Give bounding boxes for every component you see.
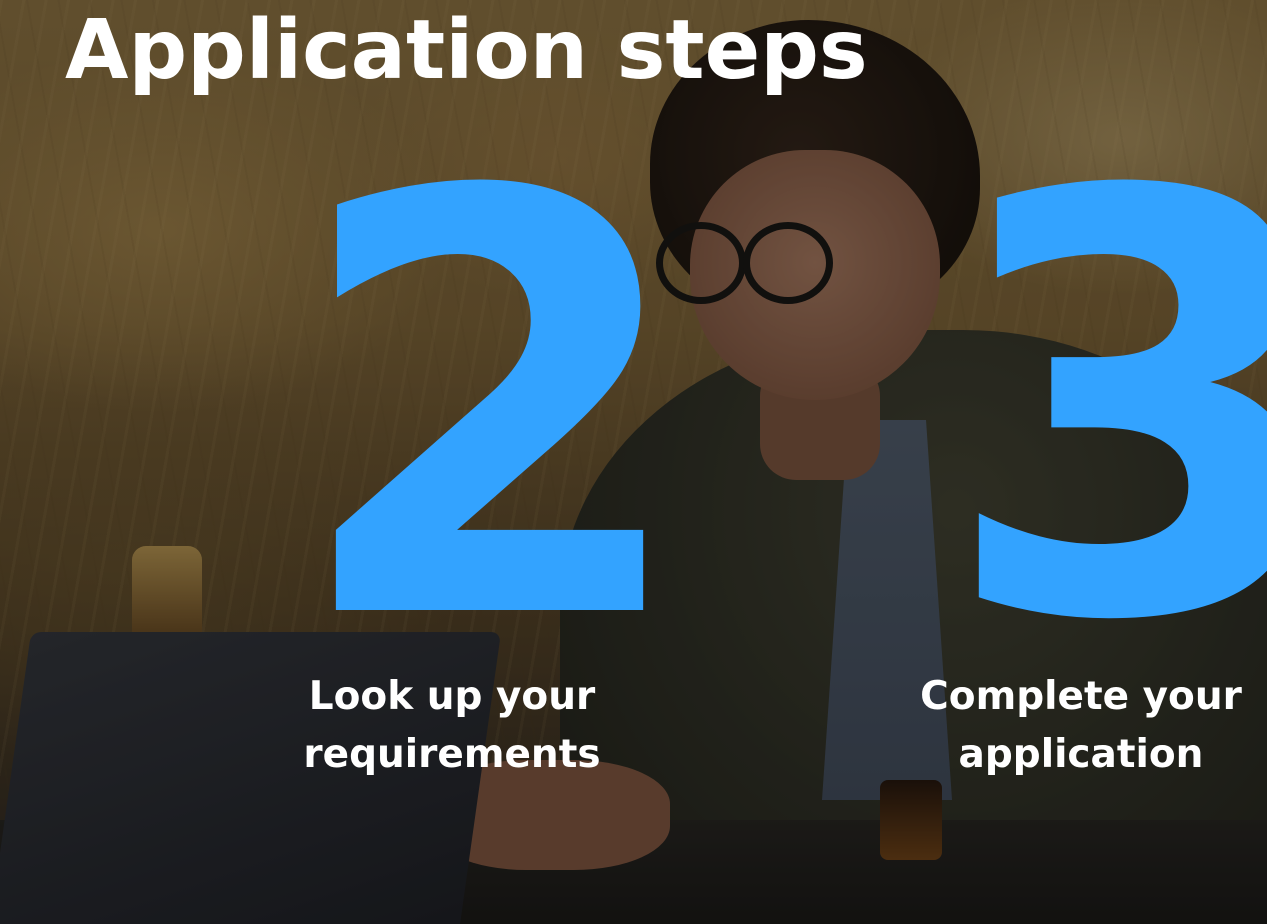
step-2-label-line2: requirements xyxy=(303,732,601,777)
step-number-2: 2 xyxy=(290,72,694,747)
step-2-label: Look up your requirements xyxy=(292,668,612,784)
step-number-3: 3 xyxy=(940,72,1267,747)
slide: Application steps 2 3 Look up your requi… xyxy=(0,0,1267,924)
step-3-label-line2: application xyxy=(958,732,1204,777)
step-3-label-line1: Complete your xyxy=(920,674,1242,719)
step-2-label-line1: Look up your xyxy=(308,674,596,719)
step-3-label: Complete your application xyxy=(905,668,1257,784)
